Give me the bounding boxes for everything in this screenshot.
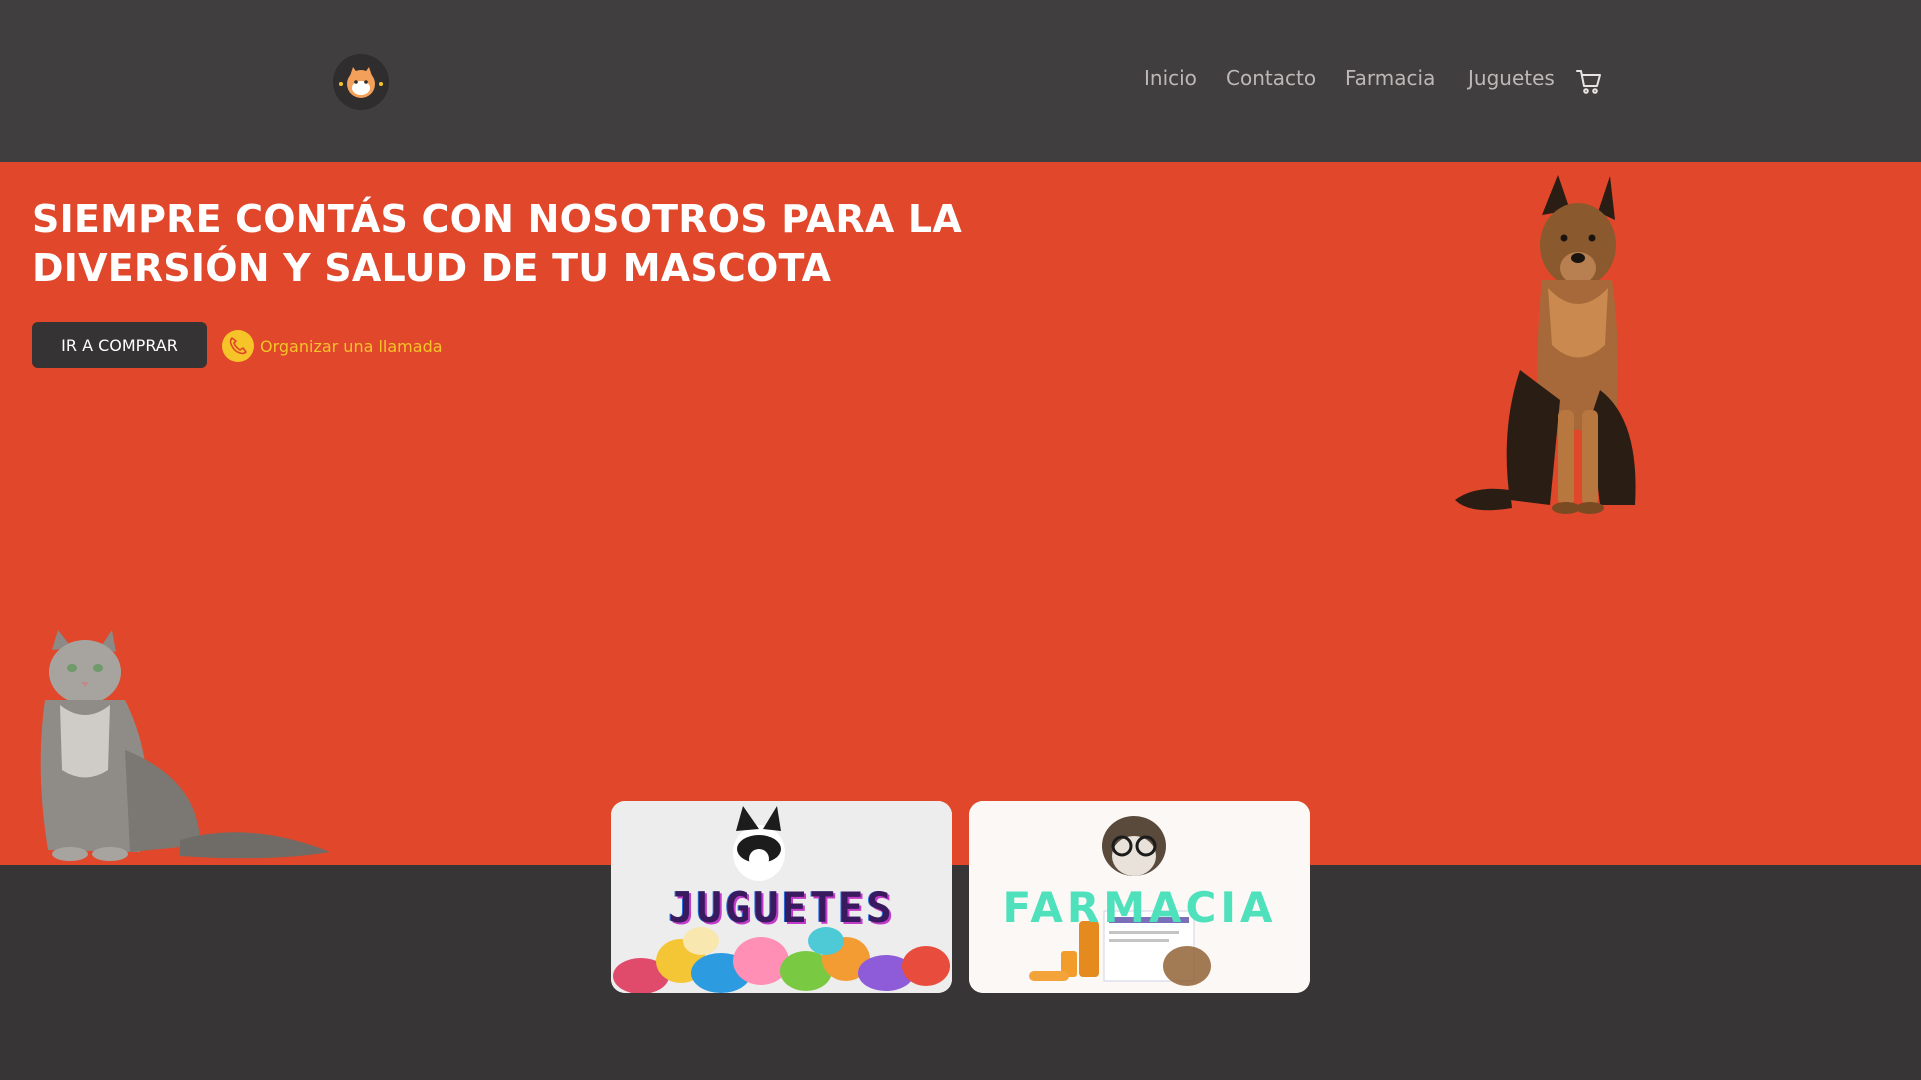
german-shepherd-image [1455,175,1636,514]
nav-item-contacto[interactable]: Contacto [1226,66,1316,90]
go-shopping-button[interactable]: IR A COMPRAR [32,322,207,368]
shopping-cart-icon[interactable] [1575,68,1603,96]
toys-category-card[interactable]: JUGUETES [611,801,952,993]
site-header: Inicio Contacto Farmacia Juguetes [0,0,1921,162]
pharmacy-card-label: FARMACIA [1002,883,1277,932]
cat-image [40,630,330,861]
main-nav: Inicio Contacto Farmacia Juguetes [0,66,1921,96]
toys-card-label: JUGUETES [668,883,895,932]
schedule-call-label: Organizar una llamada [260,336,443,356]
nav-item-inicio[interactable]: Inicio [1144,66,1197,90]
nav-item-juguetes[interactable]: Juguetes [1468,66,1555,90]
hero-section: SIEMPRE CONTÁS CON NOSOTROS PARA LA DIVE… [0,162,1921,865]
hero-title: SIEMPRE CONTÁS CON NOSOTROS PARA LA DIVE… [32,197,962,290]
nav-item-farmacia[interactable]: Farmacia [1345,66,1435,90]
schedule-call-link[interactable]: Organizar una llamada [222,329,443,363]
pharmacy-category-card[interactable]: FARMACIA [969,801,1310,993]
phone-icon [222,330,254,362]
